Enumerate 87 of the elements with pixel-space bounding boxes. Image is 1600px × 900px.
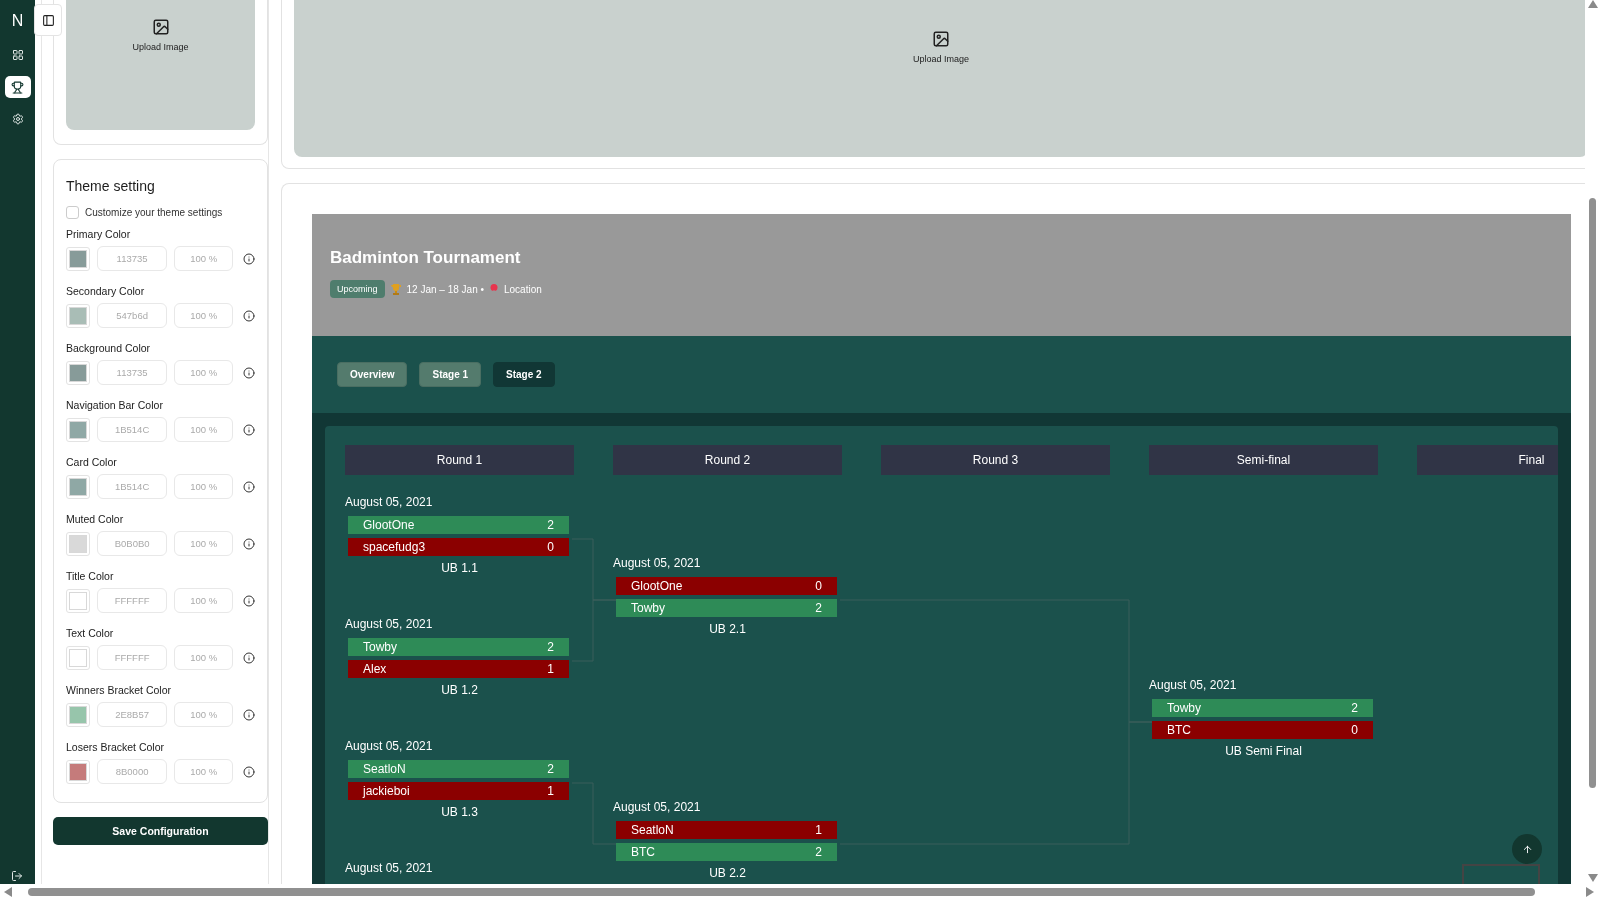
logo: N — [11, 12, 24, 30]
save-button[interactable]: Save Configuration — [53, 817, 268, 845]
match-date: August 05, 2021 — [345, 616, 433, 632]
tournament-title: Badminton Tournament — [330, 248, 522, 268]
color-label: Muted Color — [66, 513, 125, 525]
round-header: Semi-final — [1149, 445, 1378, 475]
team-name: BTC — [631, 845, 655, 859]
team-name: Towby — [363, 640, 397, 654]
opacity-field[interactable]: 100 % — [174, 303, 233, 328]
match-date: August 05, 2021 — [613, 555, 701, 571]
round-header: Round 2 — [613, 445, 842, 475]
team-score: 2 — [547, 640, 554, 654]
match-label: UB 2.1 — [709, 622, 746, 636]
date-range: 12 Jan – 18 Jan • — [406, 283, 484, 295]
team-score: 0 — [1351, 723, 1358, 737]
hex-field[interactable]: 8B0000 — [96, 759, 168, 784]
round-header: Round 1 — [345, 445, 574, 475]
hex-field[interactable]: B0B0B0 — [96, 531, 168, 556]
match-date: August 05, 2021 — [345, 860, 433, 876]
hex-field[interactable]: 547b6d — [96, 303, 168, 328]
opacity-field[interactable]: 100 % — [174, 759, 233, 784]
opacity-field[interactable]: 100 % — [174, 474, 233, 499]
stage-tab[interactable]: Overview — [337, 362, 408, 387]
team-score: 2 — [815, 845, 822, 859]
color-label: Background Color — [66, 342, 152, 354]
team-name: GlootOne — [363, 518, 415, 532]
team-score: 1 — [547, 662, 554, 676]
round-header: Round 3 — [881, 445, 1110, 475]
team-name: Alex — [363, 662, 387, 676]
color-label: Navigation Bar Color — [66, 399, 164, 411]
color-label: Primary Color — [66, 228, 132, 240]
team-name: Towby — [1167, 701, 1201, 715]
image-upload-area[interactable]: Upload Image — [294, 0, 1588, 157]
match-label: UB 2.2 — [709, 866, 746, 880]
status-badge: Upcoming — [330, 280, 385, 298]
hex-field[interactable]: 2E8B57 — [96, 702, 168, 727]
match-date: August 05, 2021 — [345, 494, 433, 510]
match-date: August 05, 2021 — [1149, 677, 1237, 693]
upload-label: Upload Image — [912, 54, 969, 64]
opacity-field[interactable]: 100 % — [174, 531, 233, 556]
hex-field[interactable]: FFFFFF — [96, 588, 168, 613]
opacity-field[interactable]: 100 % — [174, 645, 233, 670]
team-name: spacefudg3 — [363, 540, 426, 554]
team-name: Towby — [631, 601, 665, 615]
team-score: 1 — [547, 784, 554, 798]
team-score: 2 — [815, 601, 822, 615]
match-label: UB 1.3 — [441, 805, 478, 819]
team-score: 2 — [1351, 701, 1358, 715]
hex-field[interactable]: 1B514C — [96, 417, 168, 442]
team-score: 2 — [547, 762, 554, 776]
opacity-field[interactable]: 100 % — [174, 360, 233, 385]
match-label: UB 1.2 — [441, 683, 478, 697]
team-name: SeatloN — [631, 823, 674, 837]
team-score: 1 — [815, 823, 822, 837]
team-score: 0 — [547, 540, 554, 554]
theme-title: Theme setting — [66, 178, 156, 194]
team-name: BTC — [1167, 723, 1191, 737]
location: Location — [504, 283, 542, 295]
match-date: August 05, 2021 — [345, 738, 433, 754]
match-date: August 05, 2021 — [613, 799, 701, 815]
color-label: Losers Bracket Color — [66, 741, 166, 753]
stage-tab[interactable]: Stage 2 — [493, 362, 555, 387]
team-name: GlootOne — [631, 579, 683, 593]
team-score: 0 — [815, 579, 822, 593]
color-label: Winners Bracket Color — [66, 684, 173, 696]
color-label: Secondary Color — [66, 285, 146, 297]
team-score: 2 — [547, 518, 554, 532]
hex-field[interactable]: 113735 — [96, 360, 168, 385]
match-label: UB 1.1 — [441, 561, 478, 575]
round-header: Final — [1417, 445, 1558, 475]
opacity-field[interactable]: 100 % — [174, 588, 233, 613]
match-label: UB Semi Final — [1225, 744, 1302, 758]
team-name: SeatloN — [363, 762, 406, 776]
color-label: Card Color — [66, 456, 118, 468]
hex-field[interactable]: 113735 — [96, 246, 168, 271]
hex-field[interactable]: FFFFFF — [96, 645, 168, 670]
hex-field[interactable]: 1B514C — [96, 474, 168, 499]
checkbox-label: Customize your theme settings — [85, 207, 223, 218]
team-name: jackieboi — [363, 784, 410, 798]
image-upload-area[interactable]: Upload Image — [66, 0, 255, 130]
opacity-field[interactable]: 100 % — [174, 417, 233, 442]
opacity-field[interactable]: 100 % — [174, 246, 233, 271]
color-label: Title Color — [66, 570, 115, 582]
upload-label: Upload Image — [132, 42, 189, 52]
color-label: Text Color — [66, 627, 115, 639]
opacity-field[interactable]: 100 % — [174, 702, 233, 727]
stage-tab[interactable]: Stage 1 — [419, 362, 482, 387]
